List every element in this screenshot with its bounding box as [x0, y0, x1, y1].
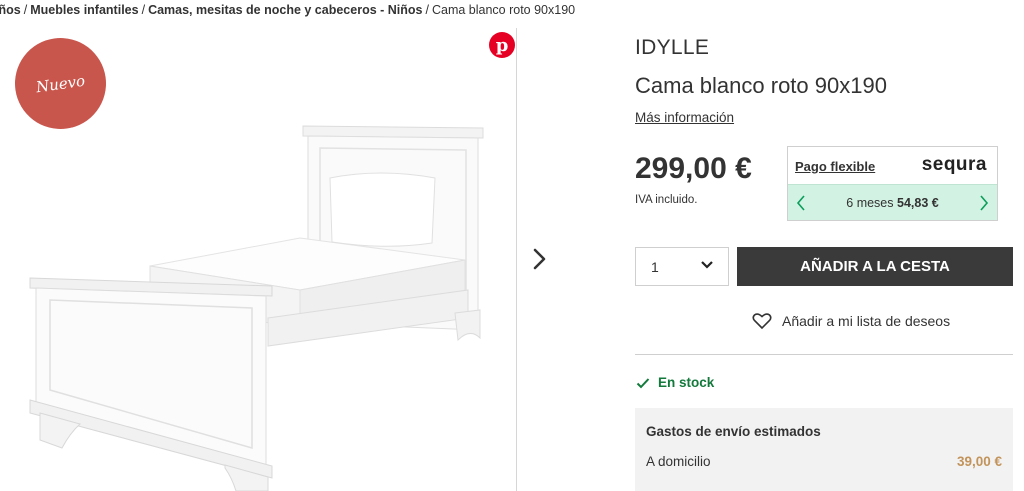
- breadcrumb: Niños/Muebles infantiles/Camas, mesitas …: [0, 3, 575, 17]
- breadcrumb-current: Cama blanco roto 90x190: [431, 3, 576, 17]
- quantity-value: 1: [651, 258, 659, 275]
- wishlist-label: Añadir a mi lista de deseos: [782, 313, 951, 329]
- chevron-right-icon[interactable]: [977, 194, 991, 212]
- breadcrumb-separator: /: [141, 3, 146, 17]
- sequra-logo: sequra: [921, 154, 987, 175]
- product-price: 299,00 €: [635, 152, 752, 185]
- breadcrumb-item-muebles-infantiles[interactable]: Muebles infantiles: [30, 3, 138, 17]
- stock-label: En stock: [658, 375, 715, 390]
- flexible-payment-link[interactable]: Pago flexible: [795, 159, 875, 174]
- breadcrumb-separator: /: [425, 3, 429, 17]
- vat-note: IVA incluido.: [635, 194, 698, 206]
- breadcrumb-separator: /: [23, 3, 28, 17]
- shipping-panel: Gastos de envío estimados A domicilio 39…: [635, 408, 1013, 491]
- installment-selector: 6 meses 54,83 €: [788, 184, 997, 220]
- chevron-right-icon[interactable]: [530, 244, 550, 274]
- quantity-select[interactable]: 1: [635, 247, 729, 286]
- breadcrumb-item-ninos[interactable]: Niños: [0, 3, 21, 17]
- breadcrumb-item-camas[interactable]: Camas, mesitas de noche y cabeceros - Ni…: [148, 3, 422, 17]
- shipping-option-home: A domicilio 39,00 €: [646, 454, 1002, 469]
- installment-months: 6 meses: [846, 195, 894, 210]
- pinterest-icon[interactable]: p: [489, 32, 515, 58]
- chevron-down-icon: [701, 261, 713, 269]
- heart-icon: [752, 313, 772, 330]
- divider: [635, 354, 1013, 355]
- shipping-option-label: A domicilio: [646, 454, 711, 469]
- product-brand[interactable]: IDYLLE: [635, 36, 709, 60]
- sequra-widget: Pago flexible sequra 6 meses 54,83 €: [787, 146, 998, 221]
- add-to-cart-button[interactable]: AÑADIR A LA CESTA: [737, 247, 1013, 286]
- stock-status: En stock: [636, 375, 714, 390]
- more-info-link[interactable]: Más información: [635, 110, 734, 125]
- product-title: Cama blanco roto 90x190: [635, 73, 887, 98]
- installment-amount: 54,83 €: [897, 195, 939, 210]
- check-icon: [636, 377, 650, 388]
- add-to-wishlist-button[interactable]: Añadir a mi lista de deseos: [752, 312, 950, 330]
- product-gallery: Nuevo p: [0, 28, 517, 491]
- installment-option: 6 meses 54,83 €: [846, 196, 938, 210]
- chevron-left-icon[interactable]: [794, 194, 808, 212]
- shipping-title: Gastos de envío estimados: [646, 424, 821, 439]
- shipping-option-price: 39,00 €: [956, 454, 1002, 469]
